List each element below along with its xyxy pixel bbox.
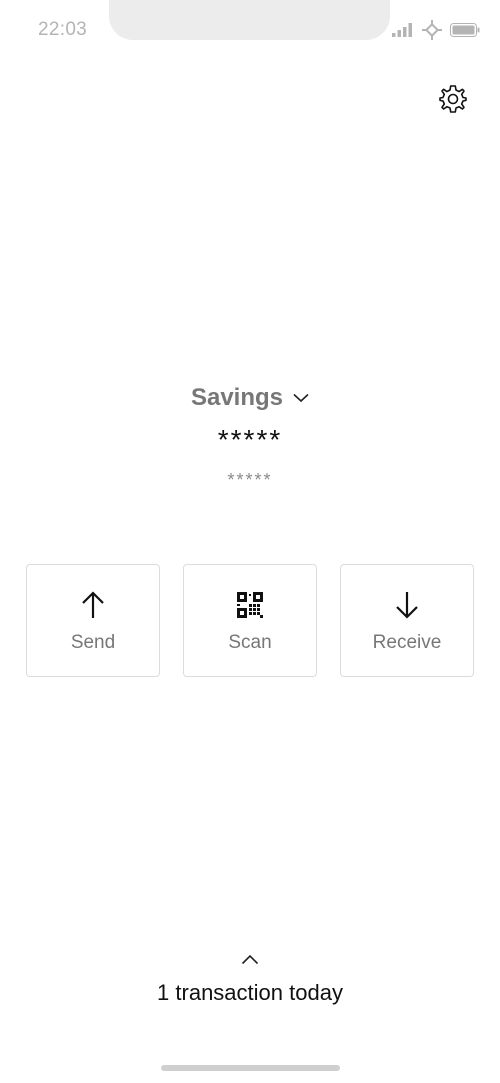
send-label: Send — [70, 632, 116, 653]
action-bar: Send Scan Receive — [26, 564, 474, 677]
gear-icon — [437, 83, 469, 120]
chevron-down-icon — [293, 390, 309, 408]
signal-icon — [392, 23, 414, 37]
status-time: 22:03 — [38, 19, 88, 40]
account-section: Savings ***** ***** — [0, 384, 500, 491]
settings-button[interactable] — [436, 84, 470, 118]
account-name: Savings — [190, 384, 284, 411]
wifi-icon — [422, 20, 442, 40]
arrow-down-icon — [395, 590, 419, 620]
scan-label: Scan — [228, 632, 272, 653]
chevron-up-icon — [241, 952, 259, 970]
balance-secondary: ***** — [227, 470, 273, 490]
account-selector[interactable]: Savings — [191, 384, 309, 412]
status-icons — [392, 20, 480, 40]
transactions-summary[interactable]: 1 transaction today — [0, 952, 500, 1006]
arrow-up-icon — [81, 590, 105, 620]
qr-code-icon — [237, 590, 263, 620]
transactions-summary-text: 1 transaction today — [157, 980, 343, 1005]
home-indicator[interactable] — [161, 1065, 340, 1071]
balance-primary: ***** — [217, 424, 283, 455]
send-button[interactable]: Send — [26, 564, 160, 677]
battery-icon — [450, 23, 480, 37]
receive-label: Receive — [372, 632, 442, 653]
scan-button[interactable]: Scan — [183, 564, 317, 677]
receive-button[interactable]: Receive — [340, 564, 474, 677]
status-bar: 22:03 — [0, 0, 500, 60]
device-notch — [109, 0, 390, 40]
